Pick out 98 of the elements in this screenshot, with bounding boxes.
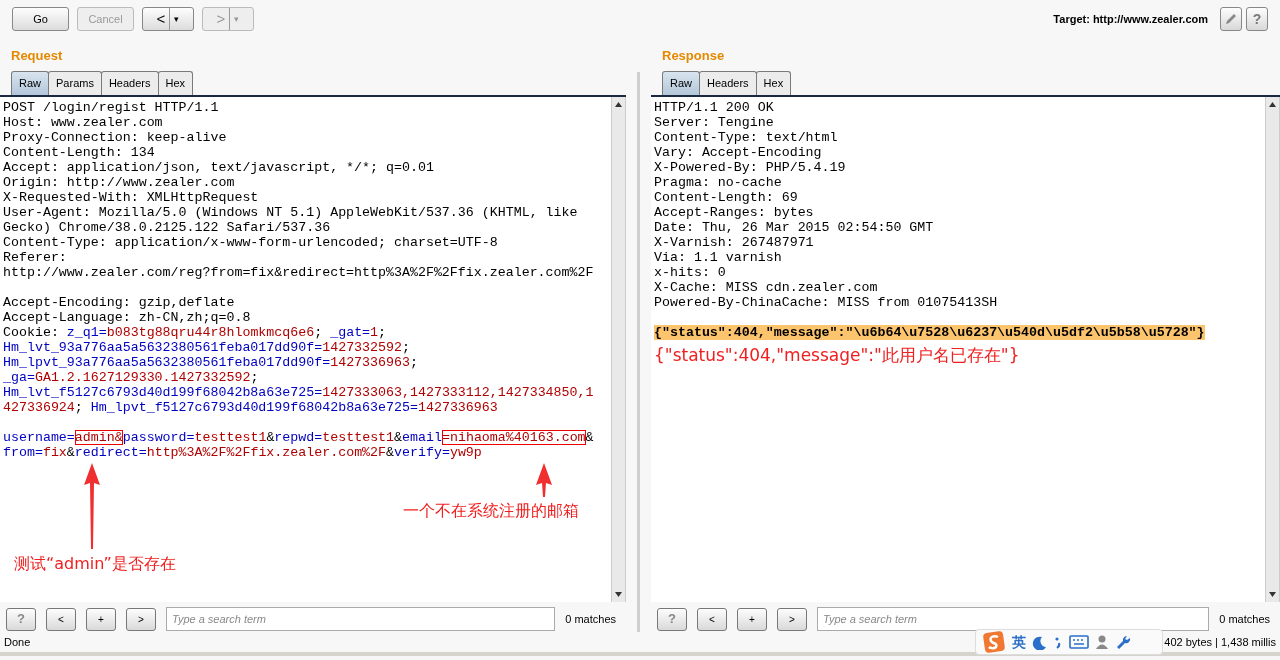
code-line: Host: www.zealer.com (3, 115, 164, 130)
param-value: 1427336963 (417, 400, 498, 415)
param-name: repwd= (274, 430, 323, 445)
param-value: testtest1 (194, 430, 267, 445)
status-text: 402 bytes | 1,438 millis (1164, 634, 1276, 650)
code-line: Server: Tengine (654, 115, 775, 130)
code-line: Accept-Language: zh-CN,zh;q=0.8 (3, 310, 252, 325)
search-field[interactable]: Type a search term (817, 607, 1210, 631)
code-text: ; (402, 340, 410, 355)
code-text: ; (250, 370, 259, 385)
param-name: Hm_lvt_f5127c6793d40d199f68042b8a63e725= (3, 385, 323, 400)
match-count: 0 matches (565, 611, 616, 627)
param-value: 1 (370, 325, 379, 340)
tab[interactable]: Params (48, 70, 102, 95)
code-line: X-Cache: MISS cdn.zealer.com (654, 280, 879, 295)
tab[interactable]: Hex (157, 70, 194, 95)
tab[interactable]: Raw (11, 70, 49, 95)
param-name: password= (122, 430, 195, 445)
code-line: Proxy-Connection: keep-alive (3, 130, 228, 145)
code-line: Accept-Ranges: bytes (654, 205, 815, 220)
search-field[interactable]: Type a search term (166, 607, 556, 631)
code-line: x-hits: 0 (654, 265, 727, 280)
code-text: & (386, 445, 395, 460)
tab[interactable]: Headers (100, 70, 159, 95)
param-value: 1427336963 (330, 355, 410, 370)
param-name: email (402, 430, 442, 445)
param-value: yw9p (449, 445, 482, 460)
help-button[interactable]: ? (1246, 7, 1268, 31)
code-line: Powered-By-ChinaCache: MISS from 01075413SH (654, 295, 999, 310)
code-line: Accept: application/json, text/javascript, */*; q=0.01 (3, 160, 435, 175)
status-text: Done (4, 634, 31, 650)
code-text: ; (74, 400, 84, 415)
code-line: HTTP/1.1 200 OK (654, 100, 775, 115)
param-name: redirect= (74, 445, 147, 460)
param-name: Hm_lpvt_f5127c6793d40d199f68042b8a63e725= (90, 400, 418, 415)
code-text: ; (409, 355, 418, 370)
pane-title: Response (661, 47, 726, 65)
toolbar-button[interactable]: Go (12, 7, 69, 31)
param-name: username= (3, 430, 75, 445)
param-name: Hm_lpvt_93a776aa5a5632380561feba017dd90f= (3, 355, 331, 370)
code-line: Content-Length: 69 (654, 190, 799, 205)
code-line: http://www.zealer.com/reg?from=fix&redirect=http%3A%2F%2Ffix.zealer.com%2F (3, 265, 595, 280)
code-line: Vary: Accept-Encoding (654, 145, 823, 160)
add-button[interactable]: + (86, 607, 116, 631)
param-name: z_q1= (66, 325, 107, 340)
history-button[interactable]: < ▾ (142, 7, 194, 31)
param-value: 1427332592 (322, 340, 402, 355)
code-line: X-Powered-By: PHP/5.4.19 (654, 160, 847, 175)
code-line: Content-Length: 134 (3, 145, 156, 160)
previous-button[interactable]: < (46, 607, 76, 631)
target-label: Target: http://www.zealer.com (1053, 11, 1208, 27)
code-text: & (266, 430, 275, 445)
param-name: _gat= (330, 325, 371, 340)
code-line: X-Requested-With: XMLHttpRequest (3, 190, 260, 205)
tab[interactable]: Hex (755, 70, 792, 95)
highlighted-json: {"status":404,"message":"\u6b64\u7528\u6237\u540d\u5df2\u5b58\u5728"} (654, 325, 1205, 340)
code-text: ; (378, 325, 387, 340)
code-text: & (585, 430, 594, 445)
tab[interactable]: Headers (699, 70, 757, 95)
param-value: testtest1 (322, 430, 395, 445)
code-text: Cookie: (3, 325, 60, 340)
code-line: Gecko) Chrome/38.0.2125.122 Safari/537.36 (3, 220, 332, 235)
code-line: Content-Type: application/x-www-form-urlencoded; charset=UTF-8 (3, 235, 499, 250)
next-button[interactable]: > (126, 607, 156, 631)
code-line: Content-Type: text/html (654, 130, 839, 145)
next-button[interactable]: > (777, 607, 807, 631)
param-name: _ga= (3, 370, 35, 385)
code-line: User-Agent: Mozilla/5.0 (Windows NT 5.1) AppleWebKit/537.36 (KHTML, like (3, 205, 579, 220)
code-line: POST /login/regist HTTP/1.1 (3, 100, 220, 115)
code-line: Accept-Encoding: gzip,deflate (3, 295, 236, 310)
code-text: ; (314, 325, 324, 340)
tab[interactable]: Raw (662, 70, 700, 95)
code-line: Origin: http://www.zealer.com (3, 175, 236, 190)
code-line: Via: 1.1 varnish (654, 250, 783, 265)
code-line: Pragma: no-cache (654, 175, 783, 190)
code-line: Date: Thu, 26 Mar 2015 02:54:50 GMT (654, 220, 935, 235)
param-name: verify= (394, 445, 450, 460)
highlighted-value: admin& (74, 430, 123, 445)
param-value: 427336924 (3, 400, 75, 415)
annotation-text: 一个不在系统注册的邮箱 (403, 500, 579, 522)
code-line: Referer: (3, 250, 68, 265)
previous-button[interactable]: < (697, 607, 727, 631)
param-value: GA1.2.1627129330.1427332592 (34, 370, 251, 385)
match-count: 0 matches (1219, 611, 1270, 627)
code-line: X-Varnish: 267487971 (654, 235, 815, 250)
param-value: http%3A%2F%2Ffix.zealer.com%2F (146, 445, 387, 460)
annotation-text: 测试“admin”是否存在 (14, 553, 176, 575)
code-text: & (394, 430, 403, 445)
code-text: & (66, 445, 75, 460)
add-button[interactable]: + (737, 607, 767, 631)
param-value: fix (42, 445, 67, 460)
pane-title: Request (10, 47, 64, 65)
param-name: from= (3, 445, 43, 460)
decoded-message: {"status":404,"message":"此用户名已存在"} (654, 344, 1020, 367)
param-value: 1427333063,1427333112,1427334850,1 (322, 385, 594, 400)
ime-mode[interactable]: 英 (1012, 631, 1026, 653)
param-name: Hm_lvt_93a776aa5a5632380561feba017dd90f= (3, 340, 323, 355)
param-value: b083tg88qru44r8hlomkmcq6e6 (106, 325, 315, 340)
